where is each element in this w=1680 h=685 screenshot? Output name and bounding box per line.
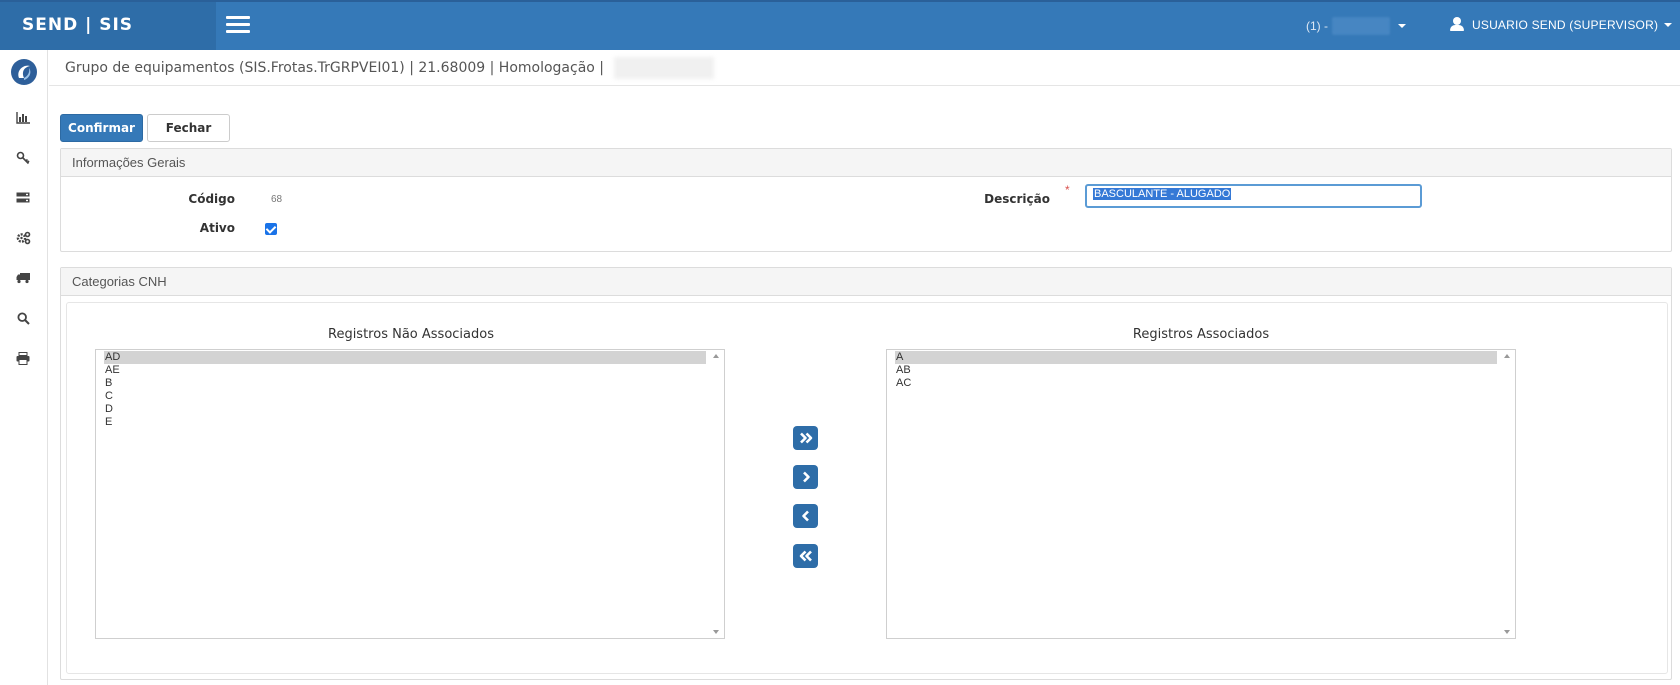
chevron-right-icon xyxy=(802,471,810,483)
truck-icon xyxy=(16,273,30,284)
unassociated-scrollbar[interactable] xyxy=(708,350,724,638)
list-item[interactable]: C xyxy=(104,390,706,403)
list-item[interactable]: D xyxy=(104,403,706,416)
sidebar-item-servers[interactable] xyxy=(12,187,34,209)
double-chevron-left-icon xyxy=(799,550,812,562)
environment-label: (1) - xyxy=(1306,19,1328,33)
code-value: 68 xyxy=(271,194,283,205)
user-icon xyxy=(1450,17,1464,32)
page-title-text: Grupo de equipamentos (SIS.Frotas.TrGRPV… xyxy=(65,60,605,76)
list-item[interactable]: B xyxy=(104,377,706,390)
confirm-button[interactable]: Confirmar xyxy=(60,114,143,142)
active-label: Ativo xyxy=(199,221,235,235)
sidebar-item-keys[interactable] xyxy=(12,147,34,169)
list-item[interactable]: AD xyxy=(104,351,706,364)
list-item[interactable]: AB xyxy=(895,364,1497,377)
associated-listbox[interactable]: A AB AC xyxy=(886,349,1516,639)
list-item[interactable]: E xyxy=(104,416,706,429)
sidebar-item-search[interactable] xyxy=(12,307,34,329)
company-logo-icon xyxy=(11,59,37,85)
printer-icon xyxy=(16,351,30,365)
header-redacted-value xyxy=(614,57,715,79)
unassociated-list-title: Registros Não Associados xyxy=(328,327,494,342)
description-input-value: BASCULANTE - ALUGADO xyxy=(1093,188,1232,200)
chevron-down-icon xyxy=(1398,24,1406,28)
sidebar-item-print[interactable] xyxy=(12,347,34,369)
sidebar-item-settings[interactable] xyxy=(12,227,34,249)
description-input[interactable]: BASCULANTE - ALUGADO xyxy=(1085,184,1422,208)
move-all-right-button[interactable] xyxy=(793,426,818,450)
menu-toggle-icon[interactable] xyxy=(226,16,250,34)
environment-dropdown[interactable]: (1) - xyxy=(1306,17,1406,35)
code-label: Código xyxy=(188,192,235,206)
sidebar-item-reports[interactable] xyxy=(12,107,34,129)
brand-logo[interactable]: SEND | SIS xyxy=(0,2,216,50)
list-item[interactable]: AC xyxy=(895,377,1497,390)
close-button[interactable]: Fechar xyxy=(147,114,230,142)
page-title: Grupo de equipamentos (SIS.Frotas.TrGRPV… xyxy=(49,50,1680,86)
list-item[interactable]: AE xyxy=(104,364,706,377)
move-all-left-button[interactable] xyxy=(793,544,818,568)
chevron-left-icon xyxy=(801,510,809,522)
user-menu[interactable]: USUARIO SEND (SUPERVISOR) xyxy=(1450,17,1673,32)
environment-value-redacted xyxy=(1332,17,1390,35)
double-chevron-right-icon xyxy=(799,432,812,444)
bar-chart-icon xyxy=(16,112,30,124)
unassociated-listbox[interactable]: AD AE B C D E xyxy=(95,349,725,639)
active-checkbox[interactable] xyxy=(265,223,277,235)
required-asterisk: * xyxy=(1065,183,1070,197)
move-left-button[interactable] xyxy=(793,504,818,528)
associated-scrollbar[interactable] xyxy=(1499,350,1515,638)
associated-list-title: Registros Associados xyxy=(1132,327,1270,342)
search-icon xyxy=(16,311,30,325)
user-name: USUARIO SEND (SUPERVISOR) xyxy=(1472,17,1659,32)
general-info-panel: Informações Gerais xyxy=(60,148,1672,252)
key-icon xyxy=(16,151,30,165)
top-navbar: SEND | SIS (1) - USUARIO SEND (SUPERVISO… xyxy=(0,0,1680,50)
list-item[interactable]: A xyxy=(895,351,1497,364)
description-label: Descrição xyxy=(984,192,1050,206)
chevron-down-icon xyxy=(1664,22,1673,27)
cnh-categories-heading: Categorias CNH xyxy=(61,268,1671,296)
move-right-button[interactable] xyxy=(793,465,818,489)
server-icon xyxy=(16,192,30,203)
gears-icon xyxy=(16,231,30,245)
sidebar-item-fleet[interactable] xyxy=(12,267,34,289)
sidebar xyxy=(0,50,48,685)
general-info-heading: Informações Gerais xyxy=(61,149,1671,177)
